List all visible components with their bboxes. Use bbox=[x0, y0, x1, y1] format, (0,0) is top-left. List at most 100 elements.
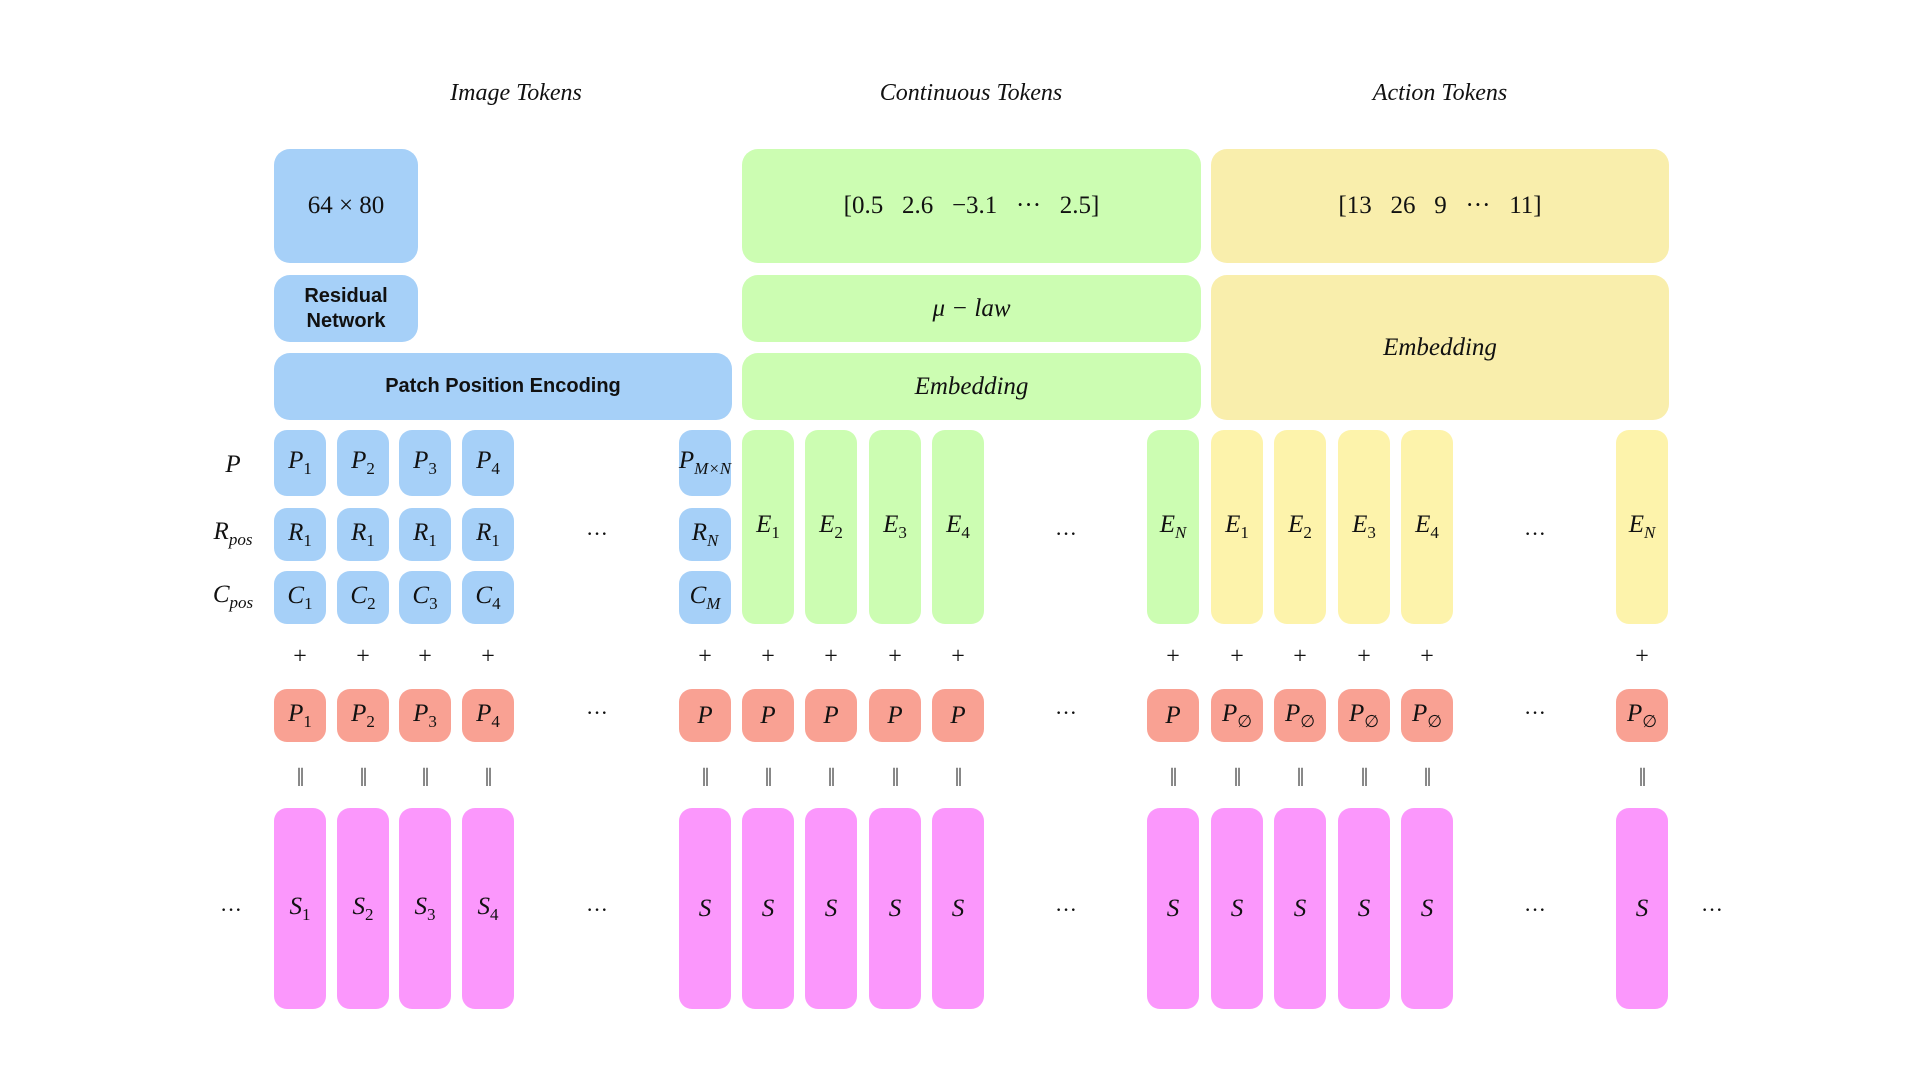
position-encoding-action-3-label: P∅ bbox=[1348, 699, 1380, 731]
position-encoding-continuous-4-label: P bbox=[950, 701, 966, 729]
sequence-token-continuous-4-label: S bbox=[951, 894, 965, 922]
image-patch-col-pos-last-label: CM bbox=[689, 581, 721, 613]
plus-continuous-4: + bbox=[951, 643, 965, 670]
position-encoding-action-last: P∅ bbox=[1616, 689, 1668, 742]
equals-action-last: || bbox=[1638, 764, 1646, 787]
equals-image-last: || bbox=[701, 764, 709, 787]
image-input-size: 64 × 80 bbox=[307, 192, 385, 219]
plus-action-2: + bbox=[1293, 643, 1307, 670]
position-encoding-continuous-3: P bbox=[869, 689, 921, 742]
action-values: [13 26 9 ··· 11] bbox=[1338, 192, 1542, 219]
plus-action-1: + bbox=[1230, 643, 1244, 670]
image-patch-p-4-label: P4 bbox=[476, 447, 500, 478]
position-encoding-action-2-label: P∅ bbox=[1284, 699, 1316, 731]
position-encoding-image-last-label: P bbox=[697, 701, 713, 729]
action-ellipsis-seq: ··· bbox=[1524, 897, 1546, 922]
image-patch-col-pos-3-label: C3 bbox=[412, 581, 438, 613]
position-encoding-action-3: P∅ bbox=[1338, 689, 1390, 742]
position-encoding-action-1-label: P∅ bbox=[1221, 699, 1253, 731]
sequence-token-continuous-3: S bbox=[869, 808, 921, 1009]
image-patch-row-pos-4-label: R1 bbox=[476, 518, 500, 550]
image-ellipsis-seq: ··· bbox=[586, 897, 608, 922]
equals-continuous-2: || bbox=[827, 764, 835, 787]
image-patch-row-pos-1: R1 bbox=[274, 508, 326, 561]
sequence-token-continuous-4: S bbox=[932, 808, 984, 1009]
image-patch-row-pos-3: R1 bbox=[399, 508, 451, 561]
image-patch-p-3-label: P3 bbox=[413, 447, 437, 478]
image-patch-p-4: P4 bbox=[462, 430, 514, 496]
plus-continuous-1: + bbox=[761, 643, 775, 670]
position-encoding-image-1: P1 bbox=[274, 689, 326, 742]
position-encoding-image-last: P bbox=[679, 689, 731, 742]
position-encoding-image-3-label: P3 bbox=[413, 699, 437, 731]
equals-image-2: || bbox=[359, 764, 367, 787]
header-action-tokens: Action Tokens bbox=[1372, 80, 1508, 106]
position-encoding-continuous-last-label: P bbox=[1165, 701, 1181, 729]
equals-continuous-last: || bbox=[1169, 764, 1177, 787]
sequence-token-continuous-2: S bbox=[805, 808, 857, 1009]
action-values-box: [13 26 9 ··· 11] bbox=[1211, 149, 1669, 263]
plus-image-4: + bbox=[481, 643, 495, 670]
sequence-token-continuous-3-label: S bbox=[888, 894, 902, 922]
image-patch-p-2: P2 bbox=[337, 430, 389, 496]
image-patch-p-3: P3 bbox=[399, 430, 451, 496]
position-encoding-image-2: P2 bbox=[337, 689, 389, 742]
action-ellipsis-pos: ··· bbox=[1524, 700, 1546, 725]
image-patch-col-pos-3: C3 bbox=[399, 571, 451, 624]
image-patch-row-pos-4: R1 bbox=[462, 508, 514, 561]
image-input-box: 64 × 80 bbox=[274, 149, 418, 263]
position-encoding-continuous-2-label: P bbox=[823, 701, 839, 729]
position-encoding-action-4-label: P∅ bbox=[1411, 699, 1443, 731]
sequence-token-image-1: S1 bbox=[274, 808, 326, 1009]
position-encoding-action-last-label: P∅ bbox=[1626, 699, 1658, 731]
image-patch-row-pos-last-label: RN bbox=[691, 518, 719, 550]
row-label-r-pos: Rpos bbox=[213, 518, 253, 549]
sequence-token-image-last: S bbox=[679, 808, 731, 1009]
sequence-token-image-3: S3 bbox=[399, 808, 451, 1009]
equals-image-1: || bbox=[296, 764, 304, 787]
sequence-token-action-3-label: S bbox=[1357, 894, 1371, 922]
position-encoding-continuous-last: P bbox=[1147, 689, 1199, 742]
sequence-token-image-3-label: S3 bbox=[414, 892, 436, 924]
position-encoding-continuous-1: P bbox=[742, 689, 794, 742]
image-patch-col-pos-1: C1 bbox=[274, 571, 326, 624]
continuous-embedding-3: E3 bbox=[869, 430, 921, 624]
position-encoding-action-1: P∅ bbox=[1211, 689, 1263, 742]
image-patch-p-2-label: P2 bbox=[351, 447, 375, 478]
action-embedding-last-label: EN bbox=[1628, 511, 1656, 542]
plus-image-1: + bbox=[293, 643, 307, 670]
action-embedding-2: E2 bbox=[1274, 430, 1326, 624]
continuous-ellipsis-e: ··· bbox=[1055, 521, 1077, 546]
action-embedding-3: E3 bbox=[1338, 430, 1390, 624]
sequence-token-continuous-last-label: S bbox=[1166, 894, 1180, 922]
plus-continuous-2: + bbox=[824, 643, 838, 670]
continuous-values: [0.5 2.6 −3.1 ··· 2.5] bbox=[843, 192, 1100, 219]
patch-position-encoding-label: Patch Position Encoding bbox=[385, 375, 621, 397]
position-encoding-continuous-2: P bbox=[805, 689, 857, 742]
continuous-embedding-2: E2 bbox=[805, 430, 857, 624]
header-continuous-tokens: Continuous Tokens bbox=[879, 80, 1063, 106]
action-embedding-label: Embedding bbox=[1383, 333, 1497, 361]
action-embedding-2-label: E2 bbox=[1288, 511, 1312, 542]
patch-position-encoding-box: Patch Position Encoding bbox=[274, 353, 732, 420]
continuous-ellipsis-pos: ··· bbox=[1055, 700, 1077, 725]
plus-continuous-last: + bbox=[1166, 643, 1180, 670]
action-embedding-4-label: E4 bbox=[1415, 511, 1439, 542]
position-encoding-continuous-4: P bbox=[932, 689, 984, 742]
sequence-token-continuous-last: S bbox=[1147, 808, 1199, 1009]
equals-image-3: || bbox=[421, 764, 429, 787]
position-encoding-image-2-label: P2 bbox=[351, 699, 375, 731]
continuous-embedding-3-label: E3 bbox=[883, 511, 907, 542]
continuous-embedding-4-label: E4 bbox=[946, 511, 970, 542]
position-encoding-image-1-label: P1 bbox=[288, 699, 312, 731]
image-patch-col-pos-last: CM bbox=[679, 571, 731, 624]
residual-network-line2: Network bbox=[306, 309, 386, 332]
row-label-p: P bbox=[225, 451, 241, 478]
sequence-token-image-4: S4 bbox=[462, 808, 514, 1009]
sequence-token-image-2: S2 bbox=[337, 808, 389, 1009]
mu-law-box: μ − law bbox=[742, 275, 1201, 342]
sequence-ellipsis-start: ··· bbox=[220, 897, 242, 922]
sequence-token-action-last-label: S bbox=[1635, 894, 1649, 922]
continuous-embedding-2-label: E2 bbox=[819, 511, 843, 542]
sequence-ellipsis-end: ··· bbox=[1701, 897, 1723, 922]
